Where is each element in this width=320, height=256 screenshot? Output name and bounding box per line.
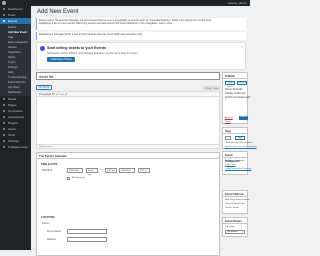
event-options-box-header[interactable]: Event Options: [223, 191, 247, 197]
publish-button[interactable]: Publish: [239, 116, 248, 120]
publish-time[interactable]: Publish immediately Edit: [223, 97, 250, 99]
calendar-icon: [3, 20, 5, 22]
events-calendar-box-header[interactable]: The Events Calendar: [37, 153, 219, 159]
main-content: Add New Event Before using The Events Ca…: [31, 6, 257, 256]
wordpress-logo-icon[interactable]: [2, 1, 6, 5]
close-icon[interactable]: ×: [241, 45, 243, 49]
choose-tags-link[interactable]: Choose from the most used tags: [223, 146, 257, 148]
start-date-input[interactable]: 9/26/2024: [67, 168, 83, 173]
start-end-label: Start/End:: [42, 169, 53, 172]
timezone-select[interactable]: UTC+0: [138, 168, 150, 173]
sidebar-item-events[interactable]: Events: [0, 18, 31, 24]
brush-icon: [3, 116, 5, 118]
tickets-promo: Start selling tickets to your Events Sel…: [36, 42, 246, 70]
dashboard-icon: [3, 8, 5, 10]
promo-text: Sell tickets, collect RSVPs, and manage …: [47, 52, 139, 55]
move-to-trash-link[interactable]: Move to Trash: [225, 117, 236, 123]
venue-label: Venue:: [42, 222, 50, 225]
notice-text-2: Displaying a list of past events? Recurr…: [39, 22, 173, 26]
event-options-box: Event Options Hide From Event Listings S…: [222, 190, 249, 214]
post-visibility[interactable]: Visibility: Public Edit: [223, 93, 247, 95]
all-day-checkbox[interactable]: [67, 177, 70, 180]
end-time-input[interactable]: 5:00 pm: [105, 168, 117, 173]
settings-icon: [3, 140, 5, 142]
notice-text-3: Displaying a full-page ad for a few even…: [39, 33, 143, 36]
install-event-tickets-button[interactable]: Install Event Tickets: [47, 57, 75, 62]
submenu-dashboard[interactable]: Dashboard: [0, 90, 31, 95]
location-heading: LOCATION: [41, 216, 55, 219]
events-submenu: Events Add New Event Tags Event Categori…: [0, 24, 31, 96]
event-categories-box: Event Categories All Event Categories Mo…: [222, 151, 251, 175]
plugin-icon: [3, 122, 5, 124]
preview-button[interactable]: Preview: [237, 81, 247, 85]
publish-box: Publish Save Draft Preview Status: Draft…: [222, 72, 250, 124]
tags-input[interactable]: [225, 136, 232, 140]
hide-from-listings-option[interactable]: Hide From Event Listings: [223, 199, 249, 201]
event-status-select[interactable]: Scheduled: [225, 230, 245, 234]
venue-name-input[interactable]: [67, 229, 107, 234]
tab-most-used[interactable]: Most Used: [223, 164, 247, 166]
tags-hint: Separate tags with commas: [225, 142, 252, 144]
wrench-icon: [3, 134, 5, 136]
events-calendar-box: The Events Calendar TIME & DATE Start/En…: [36, 152, 220, 256]
set-status-label: Set status:: [225, 226, 236, 228]
page-title: Add New Event: [37, 9, 79, 15]
venue-row: Venue:: [37, 221, 219, 227]
tab-all-event-categories[interactable]: All Event Categories: [223, 160, 247, 162]
pin-icon: [3, 14, 5, 16]
event-status-box: Event Status Set status: Scheduled: [222, 217, 248, 237]
time-date-heading: TIME & DATE: [41, 163, 58, 166]
start-end-row: Start/End: 9/26/2024 08:00 am to 5:00 pm…: [37, 168, 219, 176]
content-editor[interactable]: Paragraph B I ≡ ❝ ≡ ≡ 🔗 Word count: 0: [36, 91, 220, 149]
info-notice: Displaying a full-page ad for a few even…: [36, 32, 246, 40]
editor-toolbar[interactable]: Paragraph B I ≡ ❝ ≡ ≡ 🔗: [37, 92, 219, 97]
add-tag-button[interactable]: Add: [235, 136, 245, 140]
media-icon: [3, 98, 5, 100]
feature-event-option[interactable]: Feature Event: [223, 207, 247, 209]
add-media-button[interactable]: Add Media: [36, 85, 52, 90]
venue-name-row: Venue Name:: [37, 229, 219, 235]
add-new-event-category-link[interactable]: + Add New Event Category: [223, 168, 251, 170]
save-draft-button[interactable]: Save Draft: [225, 81, 235, 88]
address-input[interactable]: [67, 237, 107, 242]
event-title-input[interactable]: dddd tttt: [36, 72, 220, 80]
word-count: Word count: 0: [37, 144, 219, 148]
to-label: to: [100, 169, 102, 171]
venue-name-label: Venue Name:: [47, 230, 62, 233]
end-date-input[interactable]: 9/26/2024: [119, 168, 135, 173]
timezone-notice: Before using The Events Calendar, we rec…: [36, 18, 246, 30]
tags-box: Tags Add Separate tags with commas Choos…: [222, 127, 257, 149]
admin-sidebar: Dashboard Posts Events Events Add New Ev…: [0, 6, 31, 250]
tab-code[interactable]: Code: [211, 86, 221, 90]
address-label: Address:: [47, 238, 57, 241]
sticky-month-view-option[interactable]: Sticky in Month View: [223, 203, 247, 205]
all-day-row: All Day Event: [37, 176, 219, 182]
sidebar-collapse-menu[interactable]: Collapse menu: [0, 144, 31, 150]
event-status-box-header[interactable]: Event Status: [223, 218, 247, 224]
event-tickets-logo-icon: [40, 46, 45, 51]
start-time-input[interactable]: 08:00 am: [86, 168, 98, 176]
all-day-label: All Day Event: [72, 177, 86, 179]
comment-icon: [3, 110, 5, 112]
page-icon: [3, 104, 5, 106]
collapse-icon: [3, 146, 5, 148]
address-row: Address:: [37, 237, 219, 243]
post-status[interactable]: Status: Draft Edit: [223, 89, 247, 91]
event-categories-box-header[interactable]: Event Categories: [223, 152, 247, 163]
user-icon: [3, 128, 5, 130]
promo-title: Start selling tickets to your Events: [47, 46, 106, 50]
